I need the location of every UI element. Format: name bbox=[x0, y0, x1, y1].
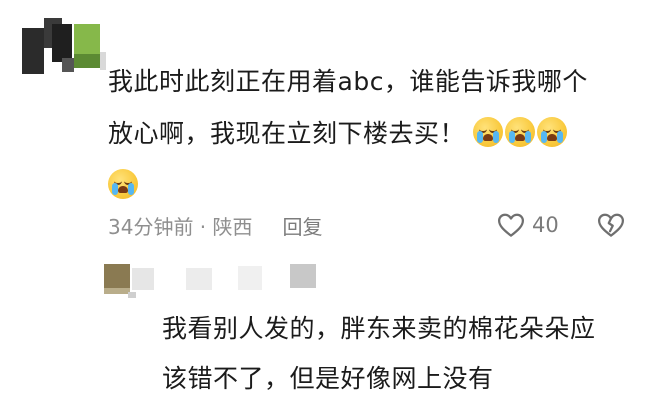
crying-face-icon bbox=[473, 117, 504, 147]
comment-meta-row: 34分钟前 · 陕西 回复 40 bbox=[108, 208, 638, 242]
comment-line-3 bbox=[108, 160, 648, 212]
crying-face-icon bbox=[537, 117, 568, 147]
comment-body: 我此时此刻正在用着abc，谁能告诉我哪个 放心啊，我现在立刻下楼去买！ bbox=[108, 56, 648, 212]
comment-line-2-text: 放心啊，我现在立刻下楼去买！ bbox=[108, 119, 466, 148]
comment-line-2: 放心啊，我现在立刻下楼去买！ bbox=[108, 108, 648, 160]
crying-face-icon bbox=[505, 117, 536, 147]
comment-line-1: 我此时此刻正在用着abc，谁能告诉我哪个 bbox=[108, 67, 588, 96]
crying-face-icon bbox=[108, 169, 138, 199]
reply-line-1: 我看别人发的，胖东来卖的棉花朵朵应 bbox=[162, 314, 596, 343]
like-button[interactable]: 40 bbox=[496, 208, 559, 242]
comment-thread: 我此时此刻正在用着abc，谁能告诉我哪个 放心啊，我现在立刻下楼去买！ 34分钟… bbox=[0, 0, 660, 406]
heart-icon bbox=[498, 213, 524, 237]
reply-body: 我看别人发的，胖东来卖的棉花朵朵应 该错不了，但是好像网上没有 bbox=[162, 304, 642, 404]
reply-line-2: 该错不了，但是好像网上没有 bbox=[162, 364, 494, 393]
broken-heart-icon[interactable] bbox=[596, 210, 626, 240]
commenter-avatar[interactable] bbox=[22, 18, 106, 84]
reply-author-avatar[interactable] bbox=[104, 260, 344, 300]
comment-time-location: 34分钟前 · 陕西 bbox=[108, 214, 253, 239]
like-count: 40 bbox=[532, 213, 559, 237]
reply-button[interactable]: 回复 bbox=[283, 211, 323, 240]
